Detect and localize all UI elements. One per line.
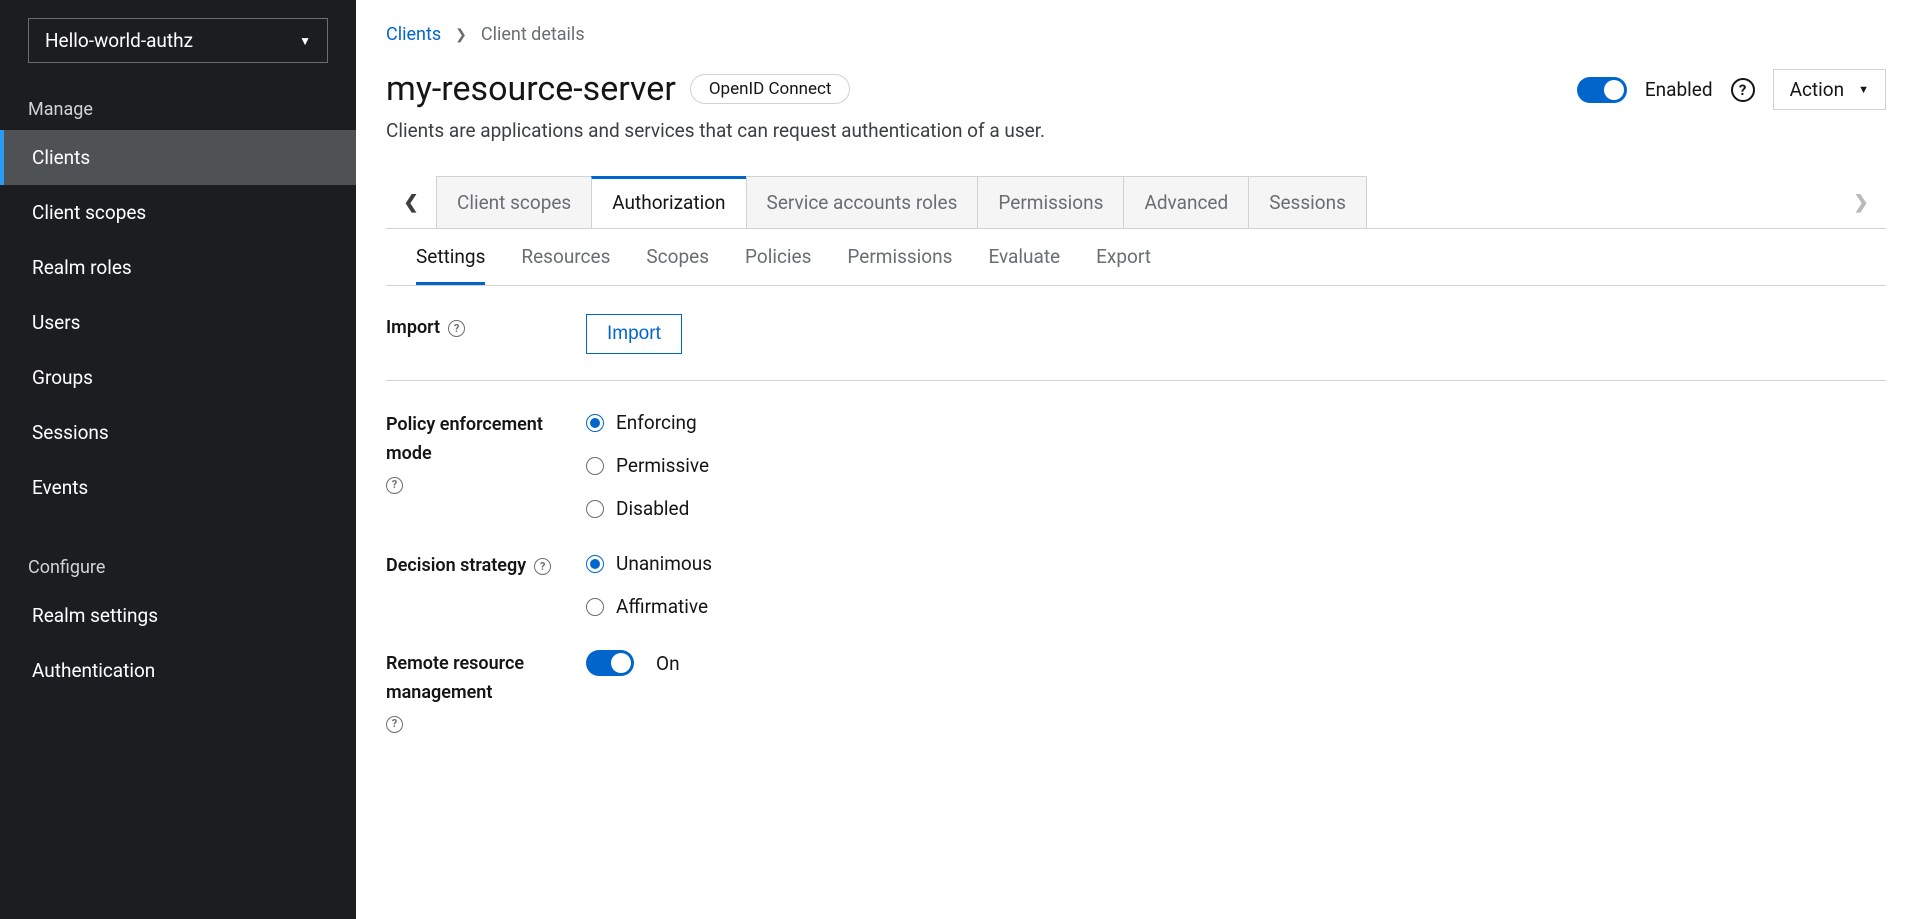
chevron-left-icon: ❮ — [403, 192, 418, 213]
sidebar-item-realm-roles[interactable]: Realm roles — [0, 240, 356, 295]
policy-enforcement-option-enforcing[interactable]: Enforcing — [586, 411, 1886, 434]
enabled-toggle[interactable] — [1577, 77, 1627, 103]
tab-sessions[interactable]: Sessions — [1248, 176, 1367, 228]
enabled-label: Enabled — [1645, 78, 1713, 101]
caret-down-icon: ▼ — [1858, 83, 1869, 96]
subtab-scopes[interactable]: Scopes — [646, 229, 709, 285]
decision-strategy-option-unanimous[interactable]: Unanimous — [586, 552, 1886, 575]
sub-tabs: Settings Resources Scopes Policies Permissio… — [386, 229, 1886, 286]
subtab-settings[interactable]: Settings — [416, 229, 485, 285]
radio-label: Unanimous — [616, 552, 712, 575]
radio-label: Affirmative — [616, 595, 708, 618]
sidebar-item-users[interactable]: Users — [0, 295, 356, 350]
action-dropdown-label: Action — [1790, 78, 1845, 101]
decision-strategy-option-affirmative[interactable]: Affirmative — [586, 595, 1886, 618]
tab-scroll-right[interactable]: ❯ — [1836, 176, 1886, 228]
main-content: Clients ❯ Client details my-resource-ser… — [356, 0, 1916, 919]
breadcrumb-parent-link[interactable]: Clients — [386, 24, 441, 45]
policy-enforcement-option-permissive[interactable]: Permissive — [586, 454, 1886, 477]
chevron-right-icon: ❯ — [1853, 192, 1868, 213]
sidebar-item-sessions[interactable]: Sessions — [0, 405, 356, 460]
radio-icon — [586, 414, 604, 432]
page-header: my-resource-server OpenID Connect Client… — [386, 69, 1886, 142]
import-label: Import — [386, 314, 440, 343]
help-icon[interactable]: ? — [1731, 78, 1755, 102]
page-title: my-resource-server — [386, 69, 676, 109]
tab-scroll-left[interactable]: ❮ — [386, 176, 436, 228]
subtab-export[interactable]: Export — [1096, 229, 1151, 285]
tab-advanced[interactable]: Advanced — [1123, 176, 1249, 228]
caret-down-icon: ▼ — [299, 34, 311, 48]
sidebar: Hello-world-authz ▼ ManageClientsClient … — [0, 0, 356, 919]
radio-icon — [586, 500, 604, 518]
policy-enforcement-label: Policy enforcement mode — [386, 411, 586, 469]
radio-label: Permissive — [616, 454, 709, 477]
primary-tabs: ❮ Client scopesAuthorizationService acco… — [386, 176, 1886, 229]
page-subtitle: Clients are applications and services th… — [386, 119, 1045, 142]
subtab-evaluate[interactable]: Evaluate — [988, 229, 1060, 285]
radio-label: Enforcing — [616, 411, 697, 434]
decision-strategy-label: Decision strategy — [386, 552, 526, 581]
nav-section-label: Configure — [0, 543, 356, 588]
authorization-settings-form: Import ? Import Policy enforcement mode … — [386, 286, 1886, 765]
protocol-badge: OpenID Connect — [690, 74, 851, 104]
tab-service-accounts-roles[interactable]: Service accounts roles — [746, 176, 979, 228]
tab-authorization[interactable]: Authorization — [591, 176, 746, 228]
help-icon[interactable]: ? — [386, 477, 403, 494]
radio-icon — [586, 457, 604, 475]
policy-enforcement-option-disabled[interactable]: Disabled — [586, 497, 1886, 520]
realm-selector[interactable]: Hello-world-authz ▼ — [28, 18, 328, 63]
sidebar-item-clients[interactable]: Clients — [0, 130, 356, 185]
tab-client-scopes[interactable]: Client scopes — [436, 176, 592, 228]
remote-resource-label: Remote resource management — [386, 650, 586, 708]
realm-selector-label: Hello-world-authz — [45, 29, 193, 52]
remote-resource-toggle[interactable] — [586, 650, 634, 676]
help-icon[interactable]: ? — [534, 558, 551, 575]
import-button[interactable]: Import — [586, 314, 682, 354]
subtab-resources[interactable]: Resources — [521, 229, 610, 285]
subtab-policies[interactable]: Policies — [745, 229, 811, 285]
sidebar-item-groups[interactable]: Groups — [0, 350, 356, 405]
tab-permissions[interactable]: Permissions — [977, 176, 1124, 228]
help-icon[interactable]: ? — [448, 320, 465, 337]
chevron-right-icon: ❯ — [455, 27, 467, 43]
action-dropdown[interactable]: Action ▼ — [1773, 69, 1886, 110]
radio-icon — [586, 598, 604, 616]
sidebar-item-events[interactable]: Events — [0, 460, 356, 515]
subtab-permissions[interactable]: Permissions — [847, 229, 952, 285]
radio-label: Disabled — [616, 497, 689, 520]
breadcrumb: Clients ❯ Client details — [386, 24, 1886, 45]
breadcrumb-current: Client details — [481, 24, 585, 45]
help-icon[interactable]: ? — [386, 716, 403, 733]
radio-icon — [586, 555, 604, 573]
sidebar-item-client-scopes[interactable]: Client scopes — [0, 185, 356, 240]
nav-section-label: Manage — [0, 85, 356, 130]
sidebar-item-realm-settings[interactable]: Realm settings — [0, 588, 356, 643]
sidebar-item-authentication[interactable]: Authentication — [0, 643, 356, 698]
remote-resource-state: On — [656, 652, 680, 675]
